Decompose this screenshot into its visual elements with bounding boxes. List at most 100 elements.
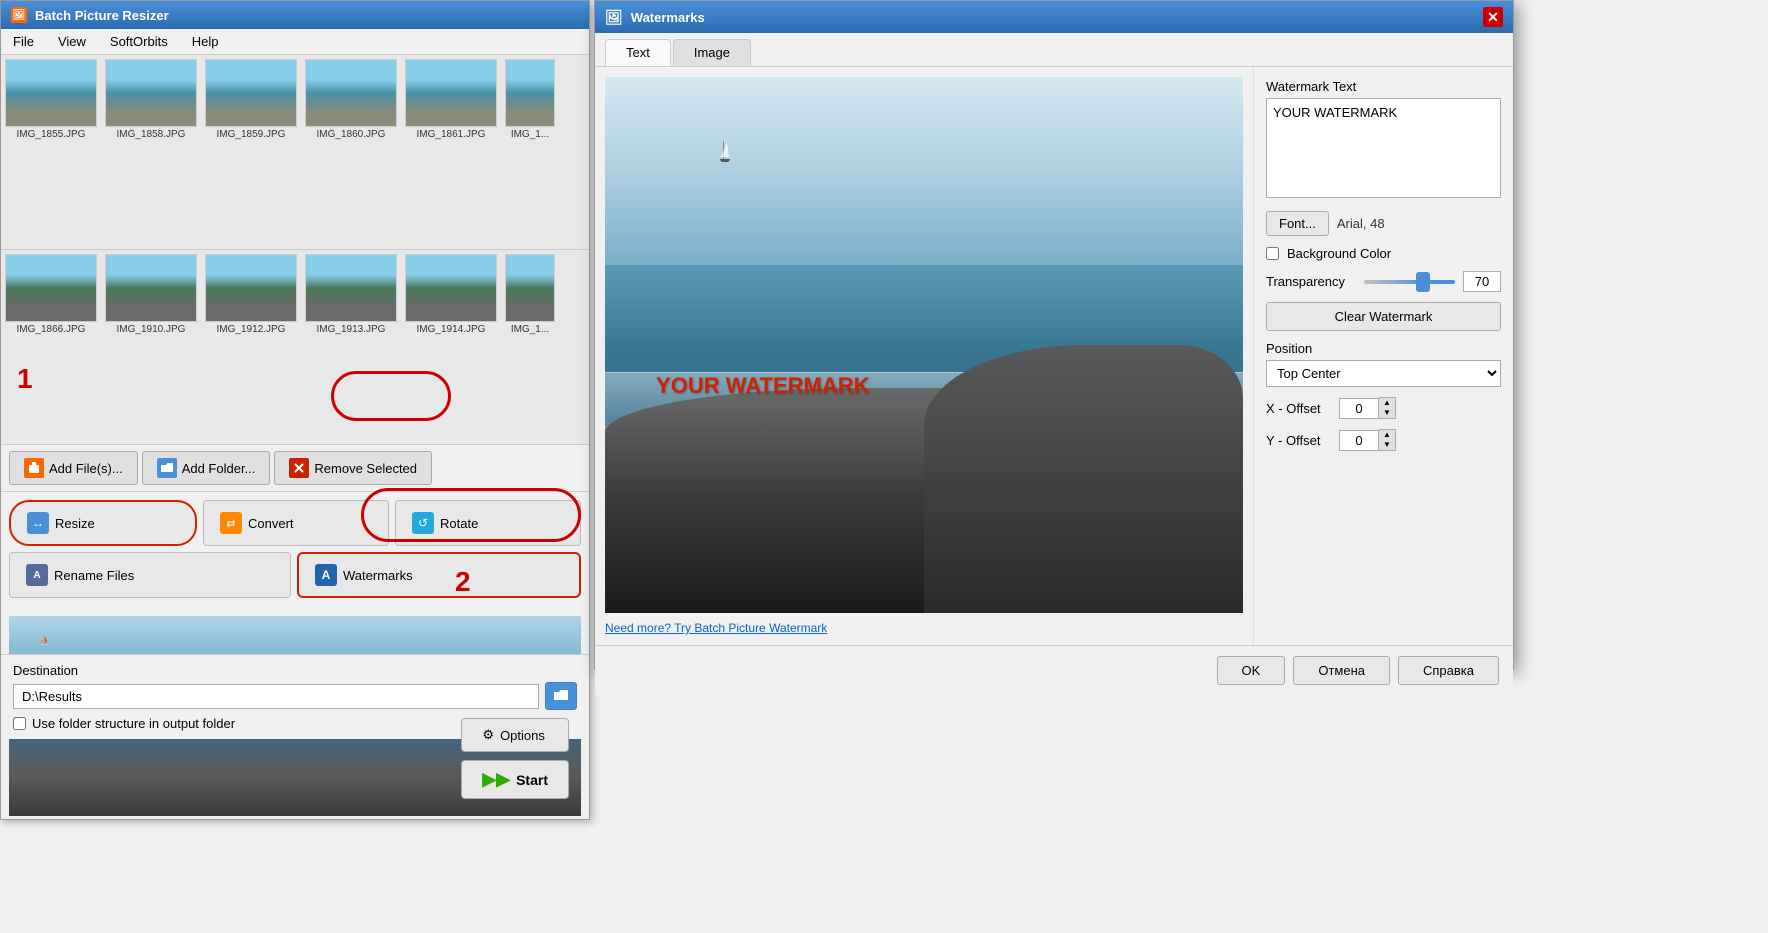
watermark-text-input[interactable]: YOUR WATERMARK xyxy=(1266,98,1501,198)
position-select[interactable]: Top Center Top Left Top Right Center Bot… xyxy=(1266,360,1501,387)
bgcolor-row: Background Color xyxy=(1266,246,1501,261)
thumb-label: IMG_1858.JPG xyxy=(117,129,186,140)
x-offset-spinner-buttons: ▲ ▼ xyxy=(1379,397,1396,419)
resize-icon: ↔ xyxy=(27,512,49,534)
menu-softorbits[interactable]: SoftOrbits xyxy=(106,32,172,51)
app-icon: 🖼 xyxy=(11,7,27,23)
menu-bar: File View SoftOrbits Help xyxy=(1,29,589,55)
app-title: Batch Picture Resizer xyxy=(35,8,169,23)
convert-button[interactable]: ⇄ Convert xyxy=(203,500,389,546)
y-offset-up-button[interactable]: ▲ xyxy=(1379,430,1395,440)
thumbnail-strip: IMG_1855.JPG IMG_1858.JPG IMG_1859.JPG I… xyxy=(1,55,589,250)
convert-icon: ⇄ xyxy=(220,512,242,534)
action-row-2: A Rename Files A Watermarks xyxy=(9,552,581,598)
dialog-close-button[interactable]: ✕ xyxy=(1483,7,1503,27)
list-item[interactable]: IMG_1912.JPG xyxy=(201,250,301,444)
add-folder-label: Add Folder... xyxy=(182,461,256,476)
add-files-label: Add File(s)... xyxy=(49,461,123,476)
transparency-value-input[interactable]: 70 xyxy=(1463,271,1501,292)
options-button[interactable]: ⚙ Options xyxy=(461,718,569,752)
tab-image[interactable]: Image xyxy=(673,39,751,66)
destination-label: Destination xyxy=(13,663,577,678)
rotate-icon: ↺ xyxy=(412,512,434,534)
y-offset-input[interactable]: 0 xyxy=(1339,430,1379,451)
watermark-text-label: Watermark Text xyxy=(1266,79,1501,94)
font-button[interactable]: Font... xyxy=(1266,211,1329,236)
rename-files-button[interactable]: A Rename Files xyxy=(9,552,291,598)
app-window: 🖼 Batch Picture Resizer File View SoftOr… xyxy=(0,0,590,820)
watermarks-button[interactable]: A Watermarks xyxy=(297,552,581,598)
dialog-body: YOUR WATERMARK Need more? Try Batch Pict… xyxy=(595,67,1513,645)
clear-watermark-button[interactable]: Clear Watermark xyxy=(1266,302,1501,331)
x-offset-input[interactable]: 0 xyxy=(1339,398,1379,419)
watermarks-dialog: 🖼 Watermarks ✕ Text Image xyxy=(594,0,1514,670)
dialog-tabs: Text Image xyxy=(595,33,1513,67)
destination-input-row xyxy=(13,682,577,710)
bgcolor-label: Background Color xyxy=(1287,246,1391,261)
bottom-buttons: ⚙ Options ▶▶ Start xyxy=(461,718,569,799)
rotate-label: Rotate xyxy=(440,516,478,531)
watermarks-icon: A xyxy=(315,564,337,586)
x-offset-row: X - Offset 0 ▲ ▼ xyxy=(1266,397,1501,419)
action-area: ↔ Resize ⇄ Convert ↺ Rotate A Rename Fil… xyxy=(1,492,589,612)
add-folder-icon xyxy=(157,458,177,478)
y-offset-label: Y - Offset xyxy=(1266,433,1331,448)
start-button[interactable]: ▶▶ Start xyxy=(461,760,569,799)
y-offset-down-button[interactable]: ▼ xyxy=(1379,440,1395,450)
list-item[interactable]: IMG_1914.JPG xyxy=(401,250,501,444)
preview-ocean-large: YOUR WATERMARK xyxy=(605,77,1243,613)
list-item[interactable]: IMG_1... xyxy=(501,55,559,249)
menu-help[interactable]: Help xyxy=(188,32,223,51)
menu-view[interactable]: View xyxy=(54,32,90,51)
folder-structure-label: Use folder structure in output folder xyxy=(32,716,235,731)
position-section: Position Top Center Top Left Top Right C… xyxy=(1266,341,1501,387)
x-offset-up-button[interactable]: ▲ xyxy=(1379,398,1395,408)
watermarks-label: Watermarks xyxy=(343,568,413,583)
remove-selected-icon xyxy=(289,458,309,478)
dialog-title: Watermarks xyxy=(631,10,705,25)
add-folder-button[interactable]: Add Folder... xyxy=(142,451,271,485)
thumb-label: IMG_1914.JPG xyxy=(417,324,486,335)
rotate-button[interactable]: ↺ Rotate xyxy=(395,500,581,546)
add-files-icon xyxy=(24,458,44,478)
thumb-label: IMG_1859.JPG xyxy=(217,129,286,140)
list-item[interactable]: IMG_1861.JPG xyxy=(401,55,501,249)
destination-input[interactable] xyxy=(13,684,539,709)
x-offset-label: X - Offset xyxy=(1266,401,1331,416)
list-item[interactable]: IMG_1910.JPG xyxy=(101,250,201,444)
batch-watermark-link[interactable]: Need more? Try Batch Picture Watermark xyxy=(605,621,1243,635)
help-button[interactable]: Справка xyxy=(1398,656,1499,685)
bgcolor-checkbox[interactable] xyxy=(1266,247,1279,260)
list-item[interactable]: IMG_1855.JPG xyxy=(1,55,101,249)
dialog-preview: YOUR WATERMARK Need more? Try Batch Pict… xyxy=(595,67,1253,645)
x-offset-down-button[interactable]: ▼ xyxy=(1379,408,1395,418)
dialog-title-icon: 🖼 xyxy=(605,9,623,26)
y-offset-spinner-buttons: ▲ ▼ xyxy=(1379,429,1396,451)
resize-label: Resize xyxy=(55,516,95,531)
destination-folder-button[interactable] xyxy=(545,682,577,710)
list-item[interactable]: IMG_1860.JPG xyxy=(301,55,401,249)
y-offset-spinner: 0 ▲ ▼ xyxy=(1339,429,1396,451)
resize-button[interactable]: ↔ Resize xyxy=(9,500,197,546)
remove-selected-button[interactable]: Remove Selected xyxy=(274,451,432,485)
thumb-label: IMG_1861.JPG xyxy=(417,129,486,140)
list-item[interactable]: IMG_1859.JPG xyxy=(201,55,301,249)
transparency-slider[interactable] xyxy=(1364,280,1455,284)
list-item[interactable]: IMG_1858.JPG xyxy=(101,55,201,249)
sail xyxy=(721,143,729,157)
ok-button[interactable]: OK xyxy=(1217,656,1286,685)
watermark-text-section: Watermark Text YOUR WATERMARK xyxy=(1266,79,1501,201)
sailboat-decoration: ⛵ xyxy=(39,636,49,645)
thumb-label: IMG_1913.JPG xyxy=(317,324,386,335)
list-item[interactable]: IMG_1... xyxy=(501,250,559,444)
list-item[interactable]: IMG_1913.JPG xyxy=(301,250,401,444)
cancel-button[interactable]: Отмена xyxy=(1293,656,1390,685)
transparency-thumb[interactable] xyxy=(1416,272,1430,292)
start-icon: ▶▶ xyxy=(482,769,510,790)
list-item[interactable]: IMG_1866.JPG xyxy=(1,250,101,444)
watermark-overlay-text: YOUR WATERMARK xyxy=(656,373,869,399)
folder-structure-checkbox[interactable] xyxy=(13,717,26,730)
tab-text[interactable]: Text xyxy=(605,39,671,66)
menu-file[interactable]: File xyxy=(9,32,38,51)
add-files-button[interactable]: Add File(s)... xyxy=(9,451,138,485)
